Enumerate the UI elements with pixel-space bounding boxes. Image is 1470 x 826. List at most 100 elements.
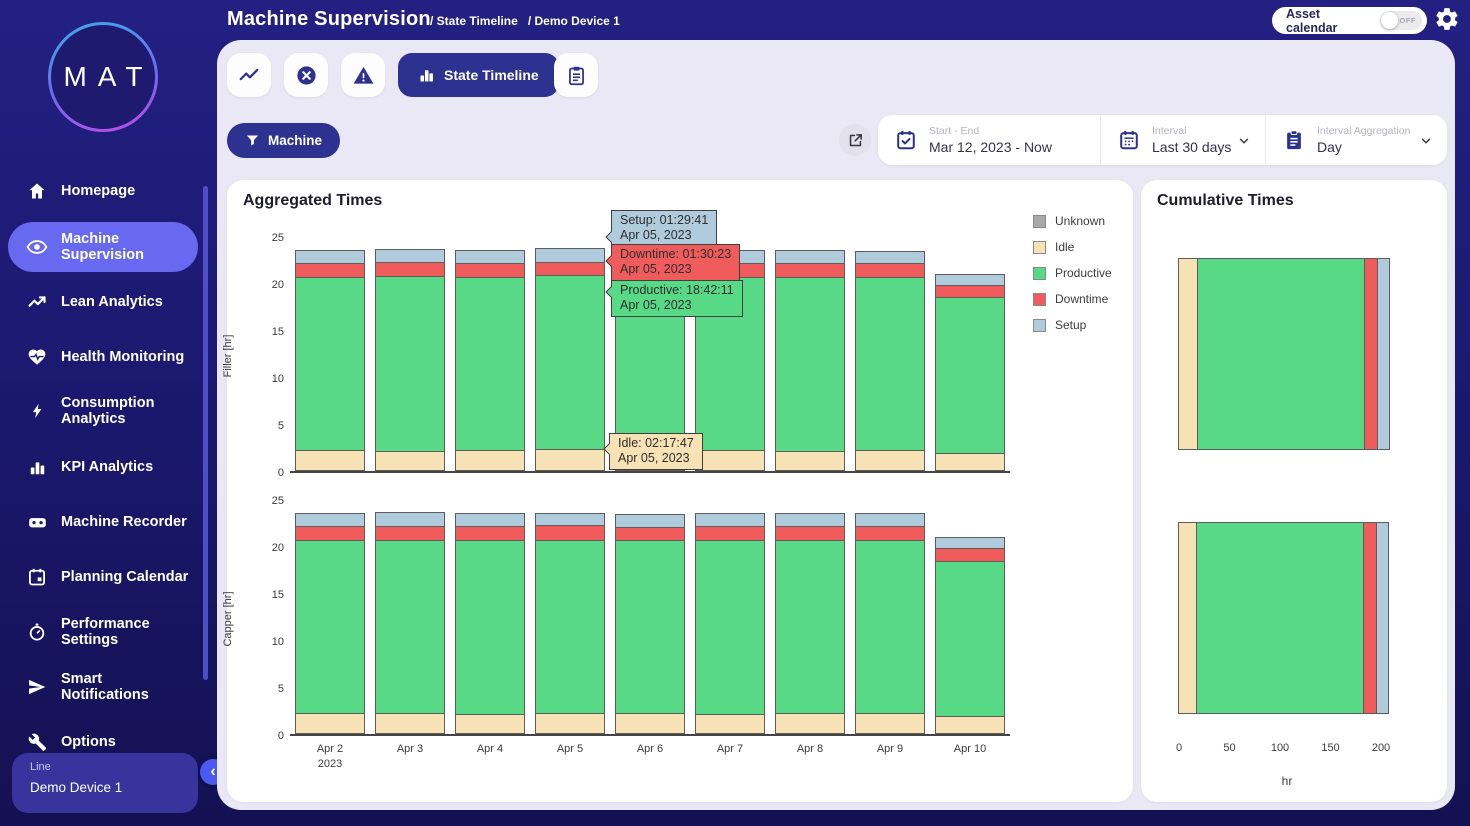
warning-triangle-icon	[352, 64, 375, 87]
segment-productive	[695, 540, 765, 716]
segment-productive	[535, 540, 605, 715]
x-tick: 150	[1321, 742, 1339, 754]
x-tick: Apr 6	[610, 742, 690, 772]
stacked-bar-apr-6[interactable]	[610, 501, 690, 734]
legend-label: Unknown	[1055, 214, 1105, 228]
stacked-bar-apr-4[interactable]	[450, 238, 530, 471]
cumulative-bar-filler[interactable]	[1179, 258, 1390, 450]
legend-swatch	[1033, 215, 1046, 228]
sidebar-item-label: Smart Notifications	[61, 671, 189, 704]
interval-label: Interval	[1152, 125, 1231, 137]
cumulative-times-card: Cumulative Times 050100150200 hr	[1141, 180, 1447, 802]
export-button[interactable]	[839, 124, 871, 156]
segment-setup	[455, 513, 525, 527]
stacked-bar-apr-5[interactable]	[530, 501, 610, 734]
interval-aggregation-control[interactable]: Interval Aggregation Day	[1265, 115, 1447, 165]
stacked-bar-apr-2[interactable]	[290, 501, 370, 734]
stacked-bar-apr-9[interactable]	[850, 501, 930, 734]
cumulative-bar-capper[interactable]	[1179, 522, 1389, 714]
sidebar-scrollbar[interactable]	[203, 186, 208, 680]
x-tick: 200	[1372, 742, 1390, 754]
x-axis: Apr 22023Apr 3Apr 4Apr 5Apr 6Apr 7Apr 8A…	[290, 742, 1010, 772]
start-end-control[interactable]: Start - End Mar 12, 2023 - Now	[878, 115, 1100, 165]
stacked-bar-apr-2[interactable]	[290, 238, 370, 471]
x-tick: Apr 3	[370, 742, 450, 772]
bar-chart-icon	[26, 456, 48, 478]
legend-swatch	[1033, 241, 1046, 254]
stacked-bar-apr-3[interactable]	[370, 238, 450, 471]
segment-setup	[295, 513, 365, 527]
legend-swatch	[1033, 293, 1046, 306]
machine-filter-button[interactable]: Machine	[227, 123, 340, 158]
segment-downtime	[535, 525, 605, 540]
sidebar-item-planning-calendar[interactable]: Planning Calendar	[8, 552, 198, 602]
sidebar: MAT Homepage Machine Supervision Lean An…	[0, 0, 217, 826]
external-link-icon	[847, 132, 864, 149]
stacked-bar-apr-8[interactable]	[770, 238, 850, 471]
sidebar-item-machine-recorder[interactable]: Machine Recorder	[8, 502, 198, 542]
chevron-down-icon	[1237, 134, 1251, 148]
legend-label: Downtime	[1055, 292, 1108, 306]
sidebar-item-machine-supervision[interactable]: Machine Supervision	[8, 222, 198, 272]
sidebar-item-label: Homepage	[61, 183, 189, 199]
interval-aggregation-value: Day	[1317, 139, 1410, 155]
segment-setup	[455, 250, 525, 264]
interval-control[interactable]: Interval Last 30 days	[1100, 115, 1265, 165]
send-icon	[26, 676, 48, 698]
y-tick: 5	[278, 420, 284, 432]
trend-view-button[interactable]	[227, 53, 271, 97]
segment-downtime	[855, 263, 925, 277]
asset-calendar-label: Asset calendar	[1286, 7, 1371, 35]
gauge-icon	[26, 621, 48, 643]
stacked-bar-apr-3[interactable]	[370, 501, 450, 734]
bolt-icon	[26, 400, 48, 422]
chevron-left-icon: ‹	[210, 764, 215, 780]
sidebar-item-consumption-analytics[interactable]: Consumption Analytics	[8, 386, 198, 436]
asset-calendar-toggle[interactable]: OFF	[1380, 11, 1422, 30]
breadcrumb: / State Timeline / Demo Device 1	[430, 14, 620, 28]
sidebar-item-smart-notifications[interactable]: Smart Notifications	[8, 662, 198, 712]
sidebar-item-homepage[interactable]: Homepage	[8, 171, 198, 211]
stacked-bar-apr-7[interactable]	[690, 501, 770, 734]
report-view-button[interactable]	[554, 53, 598, 97]
warnings-view-button[interactable]	[341, 53, 385, 97]
segment-productive	[775, 277, 845, 453]
filler-y-axis-label: Filler [hr]	[222, 334, 234, 377]
segment-idle	[295, 450, 365, 471]
stacked-bar-apr-10[interactable]	[930, 501, 1010, 734]
start-end-value: Mar 12, 2023 - Now	[929, 139, 1052, 155]
stacked-bar-apr-8[interactable]	[770, 501, 850, 734]
interval-aggregation-label: Interval Aggregation	[1317, 125, 1410, 137]
segment-idle	[615, 713, 685, 734]
date-controls-bar: Start - End Mar 12, 2023 - Now Interval …	[878, 115, 1447, 165]
device-selector-card[interactable]: Line Demo Device 1	[12, 753, 198, 813]
calendar-icon	[1118, 129, 1140, 151]
stacked-bar-apr-5[interactable]	[530, 238, 610, 471]
sidebar-item-label: Machine Supervision	[61, 231, 189, 264]
stacked-bar-apr-10[interactable]	[930, 238, 1010, 471]
legend-item-downtime: Downtime	[1033, 292, 1112, 306]
segment-downtime	[695, 526, 765, 540]
sidebar-item-performance-settings[interactable]: Performance Settings	[8, 607, 198, 657]
state-timeline-tab[interactable]: State Timeline	[398, 53, 559, 97]
trend-icon	[238, 64, 260, 86]
calendar-check-icon	[895, 129, 917, 151]
x-tick: Apr 4	[450, 742, 530, 772]
segment-idle	[455, 450, 525, 471]
asset-calendar-pill[interactable]: Asset calendar OFF	[1272, 7, 1427, 34]
stacked-bar-apr-9[interactable]	[850, 238, 930, 471]
heart-icon	[26, 346, 48, 368]
segment-idle	[375, 713, 445, 734]
x-tick: Apr 22023	[290, 742, 370, 772]
device-name: Demo Device 1	[30, 780, 198, 795]
sidebar-item-health-monitoring[interactable]: Health Monitoring	[8, 337, 198, 377]
stacked-bar-apr-4[interactable]	[450, 501, 530, 734]
sidebar-item-lean-analytics[interactable]: Lean Analytics	[8, 282, 198, 322]
sidebar-item-kpi-analytics[interactable]: KPI Analytics	[8, 447, 198, 487]
y-tick: 20	[272, 279, 284, 291]
segment-idle	[1178, 522, 1197, 714]
legend-item-productive: Productive	[1033, 266, 1112, 280]
y-tick: 15	[272, 589, 284, 601]
errors-view-button[interactable]	[284, 53, 328, 97]
settings-gear-icon[interactable]	[1434, 6, 1460, 32]
